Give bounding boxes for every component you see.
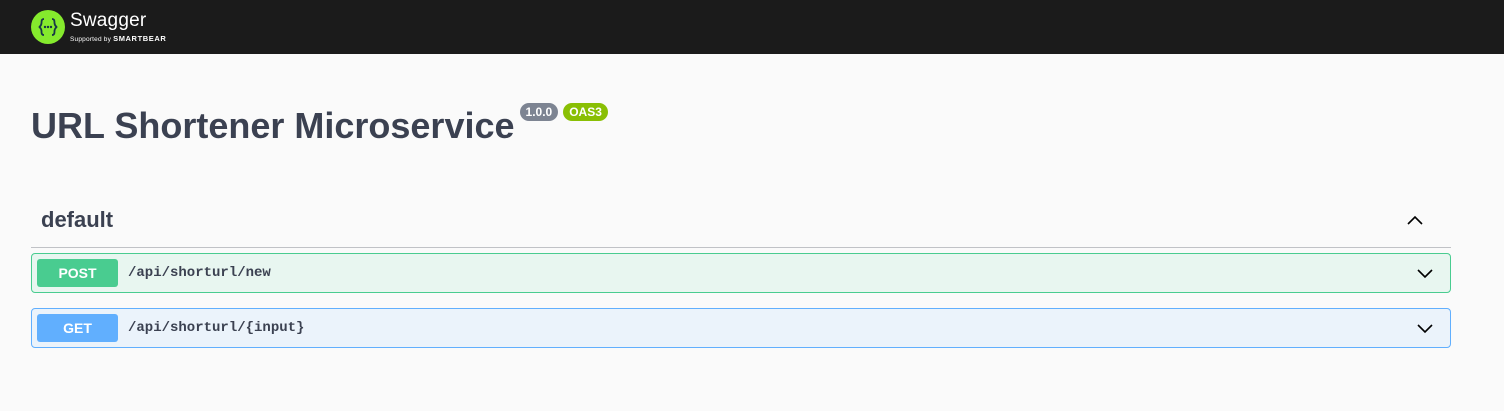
method-badge-post: POST — [37, 259, 118, 287]
logo-tagline-brand: SMARTBEAR — [113, 33, 167, 43]
version-badge: 1.0.0 — [519, 103, 559, 121]
operation-get-shorturl-input[interactable]: GET /api/shorturl/{input} — [31, 308, 1451, 348]
logo-tagline: Supported by SMARTBEAR — [70, 35, 166, 44]
tag-name: default — [41, 206, 114, 232]
swagger-logo-icon — [31, 10, 65, 44]
chevron-up-icon[interactable] — [1405, 210, 1425, 230]
logo-name: Swagger — [70, 9, 147, 31]
api-title: URL Shortener Microservice — [31, 105, 515, 146]
api-info: URL Shortener Microservice 1.0.0 OAS3 — [0, 54, 1504, 147]
top-bar: Swagger Supported by SMARTBEAR — [0, 0, 1504, 54]
chevron-down-icon[interactable] — [1415, 318, 1435, 338]
chevron-down-icon[interactable] — [1415, 263, 1435, 283]
tag-header-default[interactable]: default — [31, 202, 1451, 248]
operation-path: /api/shorturl/{input} — [128, 320, 305, 336]
method-badge-get: GET — [37, 314, 118, 342]
oas-badge: OAS3 — [563, 103, 608, 121]
api-badges: 1.0.0 OAS3 — [519, 103, 613, 121]
operation-path: /api/shorturl/new — [128, 265, 271, 281]
operation-post-shorturl-new[interactable]: POST /api/shorturl/new — [31, 253, 1451, 293]
tag-section-default: default POST /api/shorturl/new GET /api/… — [31, 202, 1451, 348]
logo-tagline-prefix: Supported by — [70, 35, 112, 43]
swagger-logo-link[interactable]: Swagger Supported by SMARTBEAR — [31, 10, 166, 44]
